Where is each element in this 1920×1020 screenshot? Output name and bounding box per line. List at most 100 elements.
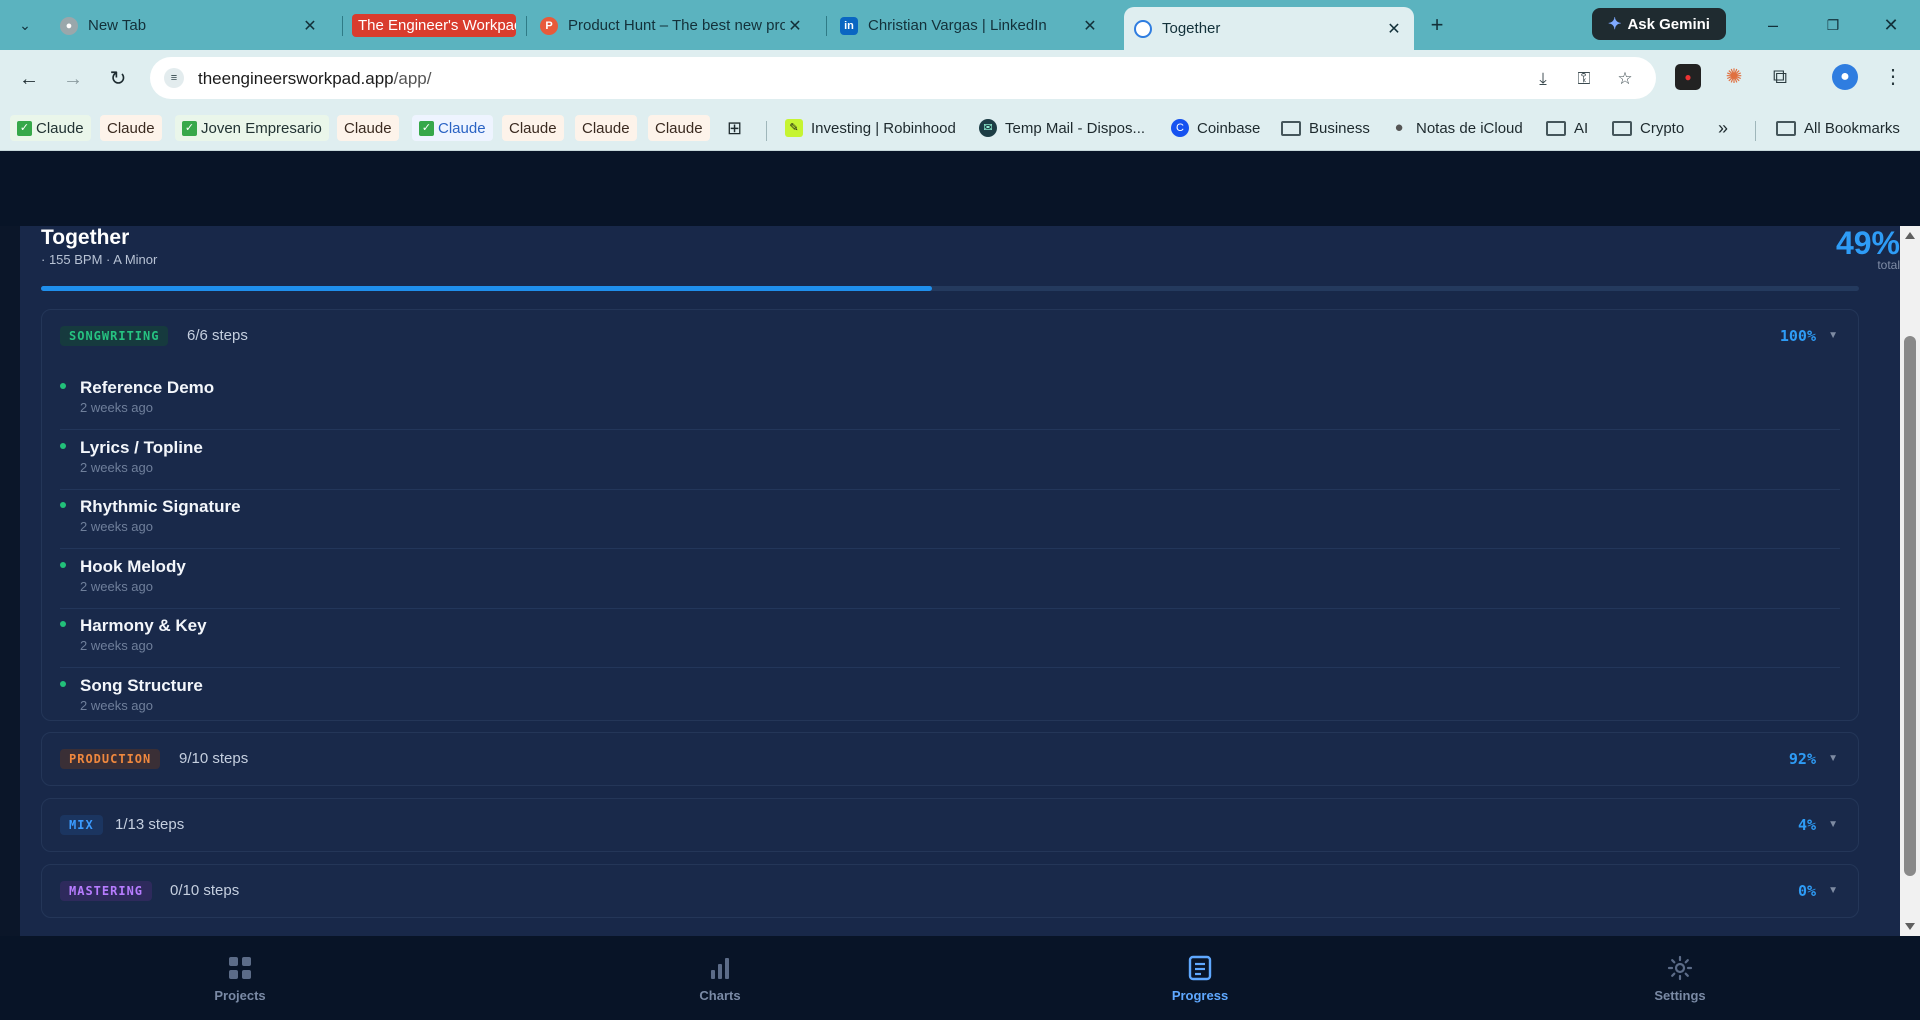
- tab-product-hunt[interactable]: P Product Hunt – The best new products ✕: [530, 7, 815, 44]
- stage-header[interactable]: SONGWRITING 6/6 steps 100% ▼: [42, 310, 1858, 362]
- step-row[interactable]: Hook Melody 2 weeks ago: [60, 549, 1840, 609]
- step-name: Hook Melody: [80, 557, 186, 576]
- bookmark-folder-crypto[interactable]: Crypto: [1612, 115, 1684, 141]
- stage-steps-count: 0/10 steps: [170, 882, 240, 899]
- nav-settings[interactable]: Settings: [1620, 954, 1740, 1003]
- site-info-icon[interactable]: ≡: [164, 68, 184, 88]
- scroll-down-arrow-icon[interactable]: [1905, 923, 1915, 930]
- all-bookmarks-folder[interactable]: All Bookmarks: [1776, 115, 1900, 141]
- more-bookmarks-chevron-icon[interactable]: »: [1718, 115, 1728, 141]
- stage-percent: 92%: [1788, 750, 1816, 768]
- complete-dot-icon: [60, 443, 66, 449]
- close-icon[interactable]: ✕: [300, 16, 320, 36]
- bookmark-claude[interactable]: ✓ Claude: [10, 115, 91, 141]
- install-app-icon[interactable]: ⤓: [1532, 68, 1554, 90]
- close-icon[interactable]: ✕: [1080, 16, 1100, 36]
- bookmark-temp-mail[interactable]: ✉ Temp Mail - Dispos...: [979, 115, 1145, 141]
- gemini-sparkle-icon: ✦: [1608, 16, 1622, 33]
- page-scrollbar[interactable]: [1900, 226, 1920, 936]
- step-row[interactable]: Reference Demo 2 weeks ago: [60, 370, 1840, 430]
- tab-engineers-workpad[interactable]: The Engineer's Workpad: [346, 7, 526, 44]
- back-arrow-icon[interactable]: ←: [14, 64, 44, 94]
- step-name: Rhythmic Signature: [80, 497, 241, 516]
- stage-songwriting: SONGWRITING 6/6 steps 100% ▼ Reference D…: [41, 309, 1859, 721]
- bookmark-claude[interactable]: Claude: [337, 115, 399, 141]
- complete-dot-icon: [60, 502, 66, 508]
- bookmark-joven-empresario[interactable]: ✓ Joven Empresario: [175, 115, 329, 141]
- minimize-icon[interactable]: –: [1758, 12, 1788, 38]
- bookmark-coinbase[interactable]: C Coinbase: [1171, 115, 1260, 141]
- scroll-up-arrow-icon[interactable]: [1905, 232, 1915, 239]
- tab-title: The Engineer's Workpad: [352, 14, 516, 37]
- tab-new-tab[interactable]: ● New Tab ✕: [50, 7, 330, 44]
- step-time: 2 weeks ago: [80, 400, 153, 415]
- chevron-down-icon[interactable]: ▼: [1828, 819, 1838, 830]
- forward-arrow-icon[interactable]: →: [58, 64, 88, 94]
- reload-icon[interactable]: ↻: [103, 64, 133, 94]
- chevron-down-icon[interactable]: ▼: [1828, 885, 1838, 896]
- stage-badge: PRODUCTION: [60, 749, 161, 769]
- stage-production[interactable]: PRODUCTION 9/10 steps 92% ▼: [41, 732, 1859, 786]
- extension-claude-icon[interactable]: ✺: [1721, 64, 1747, 90]
- ask-gemini-button[interactable]: ✦ Ask Gemini: [1592, 8, 1726, 40]
- total-percent: 49%: [1835, 226, 1900, 261]
- complete-dot-icon: [60, 681, 66, 687]
- step-row[interactable]: Harmony & Key 2 weeks ago: [60, 608, 1840, 668]
- close-icon[interactable]: ✕: [1384, 19, 1404, 39]
- tab-title: Together: [1162, 20, 1221, 37]
- nav-charts[interactable]: Charts: [660, 954, 780, 1003]
- chevron-down-icon[interactable]: ▼: [1828, 330, 1838, 341]
- new-tab-button[interactable]: +: [1424, 12, 1450, 38]
- step-row[interactable]: Rhythmic Signature 2 weeks ago: [60, 489, 1840, 549]
- stage-header[interactable]: MASTERING 0/10 steps 0% ▼: [42, 865, 1858, 917]
- profile-avatar[interactable]: ●: [1832, 64, 1858, 90]
- close-window-icon[interactable]: ✕: [1876, 12, 1906, 38]
- address-bar[interactable]: ≡ theengineersworkpad.app/app/ ⤓ ⚿ ☆: [150, 57, 1656, 99]
- linkedin-icon: in: [840, 16, 858, 35]
- folder-icon: [1612, 120, 1632, 136]
- bookmark-star-icon[interactable]: ☆: [1614, 68, 1636, 90]
- bookmark-claude[interactable]: ✓ Claude: [412, 115, 493, 141]
- bookmark-claude[interactable]: Claude: [575, 115, 637, 141]
- step-row[interactable]: Song Structure 2 weeks ago: [60, 668, 1840, 728]
- stage-badge: SONGWRITING: [60, 326, 169, 346]
- stage-mastering[interactable]: MASTERING 0/10 steps 0% ▼: [41, 864, 1859, 918]
- password-key-icon[interactable]: ⚿: [1573, 68, 1595, 90]
- nav-projects[interactable]: Projects: [180, 954, 300, 1003]
- close-icon[interactable]: ✕: [785, 16, 805, 36]
- folder-icon: [1281, 120, 1301, 136]
- total-progress-bar: [41, 286, 1859, 291]
- extensions-puzzle-icon[interactable]: ⧉: [1767, 64, 1793, 90]
- apps-grid-icon[interactable]: ⊞: [727, 115, 742, 141]
- apple-icon: ●: [1394, 119, 1404, 136]
- bookmark-claude[interactable]: Claude: [502, 115, 564, 141]
- bookmark-robinhood[interactable]: ✎ Investing | Robinhood: [785, 115, 956, 141]
- project-title: Together: [41, 226, 130, 249]
- nav-progress[interactable]: Progress: [1140, 954, 1260, 1003]
- step-name: Lyrics / Topline: [80, 438, 203, 457]
- progress-panel: Together · 155 BPM · A Minor 49% total S…: [20, 226, 1900, 936]
- bookmark-folder-ai[interactable]: AI: [1546, 115, 1588, 141]
- bookmark-claude[interactable]: Claude: [648, 115, 710, 141]
- extension-recorder-icon[interactable]: ●: [1675, 64, 1701, 90]
- document-icon: [1188, 955, 1212, 981]
- tab-search-chevron-icon[interactable]: ⌄: [10, 10, 40, 40]
- tab-title: New Tab: [88, 17, 147, 34]
- tab-linkedin[interactable]: in Christian Vargas | LinkedIn ✕: [830, 7, 1110, 44]
- stage-header[interactable]: PRODUCTION 9/10 steps 92% ▼: [42, 733, 1858, 785]
- stage-mix[interactable]: MIX 1/13 steps 4% ▼: [41, 798, 1859, 852]
- bookmark-claude[interactable]: Claude: [100, 115, 162, 141]
- chevron-down-icon[interactable]: ▼: [1828, 753, 1838, 764]
- nav-label: Charts: [699, 988, 741, 1003]
- browser-menu-icon[interactable]: ⋮: [1880, 64, 1906, 90]
- step-row[interactable]: Lyrics / Topline 2 weeks ago: [60, 430, 1840, 490]
- bookmark-folder-business[interactable]: Business: [1281, 115, 1370, 141]
- project-meta: · 155 BPM · A Minor: [41, 252, 158, 267]
- tab-together[interactable]: Together ✕: [1124, 7, 1414, 50]
- restore-icon[interactable]: ❐: [1818, 12, 1848, 38]
- scrollbar-thumb[interactable]: [1904, 336, 1916, 876]
- total-label: total: [1877, 258, 1900, 272]
- stage-header[interactable]: MIX 1/13 steps 4% ▼: [42, 799, 1858, 851]
- bookmark-icloud-notes[interactable]: ● Notas de iCloud: [1390, 115, 1522, 141]
- bottom-navigation: Projects Charts Progress Settings: [0, 936, 1920, 1020]
